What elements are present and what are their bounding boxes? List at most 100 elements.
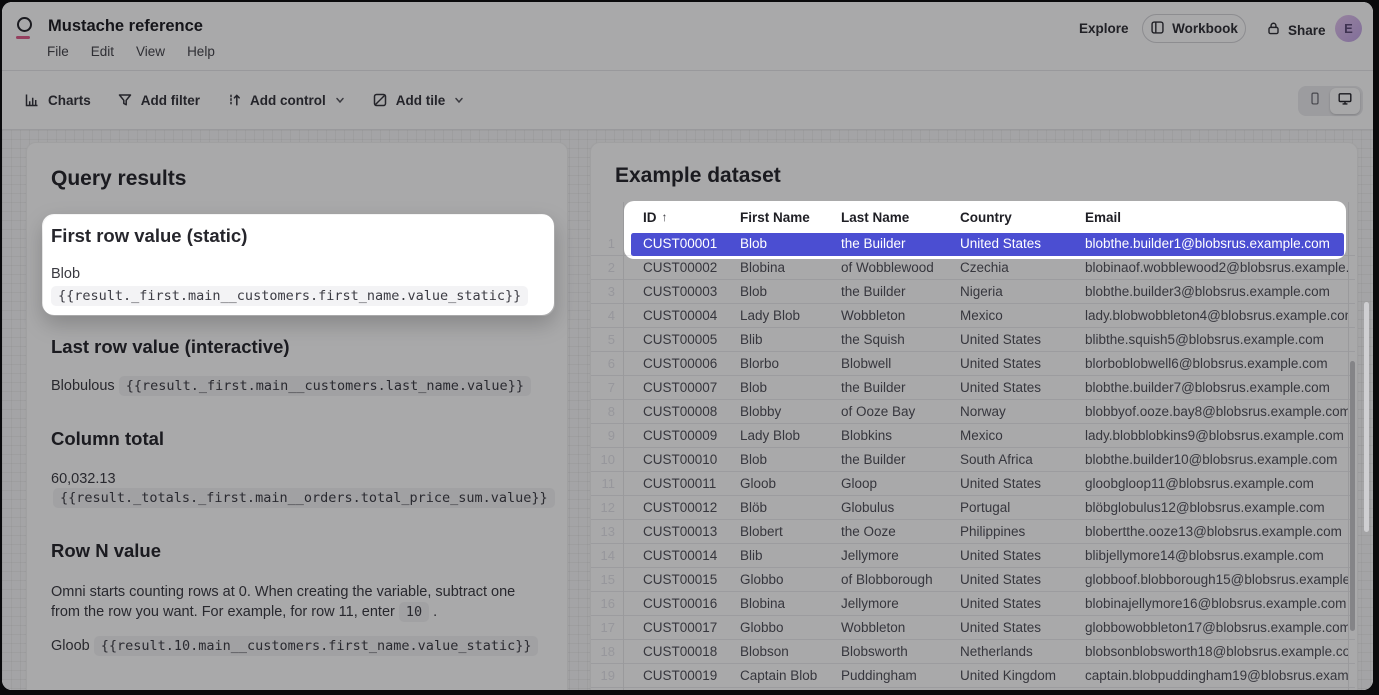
table-row[interactable]: 12 CUST00012 Blöb Globulus Portugal blöb… xyxy=(591,496,1355,520)
column-header-country[interactable]: Country xyxy=(940,210,1065,225)
row-number: 1 xyxy=(591,232,623,255)
cell-id: CUST00001 xyxy=(623,232,720,255)
row-number: 14 xyxy=(591,544,623,567)
cell-id: CUST00011 xyxy=(623,472,720,495)
table-row[interactable]: 18 CUST00018 Blobson Blobsworth Netherla… xyxy=(591,640,1355,664)
explore-link[interactable]: Explore xyxy=(1079,21,1129,36)
page-scrollbar[interactable] xyxy=(1364,302,1369,532)
example-dataset-tile: Example dataset ID↑ First Name Last Name… xyxy=(590,142,1358,690)
cell-last-name: Jellymore xyxy=(821,544,940,567)
add-filter-button[interactable]: Add filter xyxy=(117,92,200,108)
menu-help[interactable]: Help xyxy=(187,44,215,59)
table-scrollbar[interactable] xyxy=(1350,361,1355,631)
cell-id: CUST00010 xyxy=(623,448,720,471)
cell-first-name: Globbo xyxy=(720,568,821,591)
row-number: 8 xyxy=(591,400,623,423)
column-header-email[interactable]: Email xyxy=(1065,210,1348,225)
table-row[interactable]: 16 CUST00016 Blobina Jellymore United St… xyxy=(591,592,1355,616)
row-number: 18 xyxy=(591,640,623,663)
section-heading: Row N value xyxy=(51,539,161,563)
note-text: Omni starts counting rows at 0. When cre… xyxy=(51,582,551,622)
query-results-tile: Query results First row value (static) B… xyxy=(26,142,568,690)
sort-asc-icon: ↑ xyxy=(662,210,668,224)
table-row[interactable]: 2 CUST00002 Blobina of Wobblewood Czechi… xyxy=(591,256,1355,280)
rendered-value-line: Gloob{{result.10.main__customers.first_n… xyxy=(51,636,538,656)
layout-mode-switch xyxy=(1298,86,1363,116)
mobile-view-button[interactable] xyxy=(1300,88,1330,114)
cell-country: United States xyxy=(940,352,1065,375)
cell-last-name: the Builder xyxy=(821,376,940,399)
row-number: 15 xyxy=(591,568,623,591)
mustache-code: {{result._first.main__customers.first_na… xyxy=(51,286,528,306)
cell-id: CUST00013 xyxy=(623,520,720,543)
table-row[interactable]: 14 CUST00014 Blib Jellymore United State… xyxy=(591,544,1355,568)
omni-logo-icon[interactable] xyxy=(16,17,36,39)
cell-first-name: Blob xyxy=(720,376,821,399)
table-body: 1 CUST00001 Blob the Builder United Stat… xyxy=(591,232,1355,688)
cell-first-name: Captain Blob xyxy=(720,664,821,687)
add-control-button[interactable]: Add control xyxy=(226,92,346,108)
table-row[interactable]: 7 CUST00007 Blob the Builder United Stat… xyxy=(591,376,1355,400)
table-row[interactable]: 8 CUST00008 Blobby of Ooze Bay Norway bl… xyxy=(591,400,1355,424)
charts-button[interactable]: Charts xyxy=(24,92,91,108)
column-header-first-name[interactable]: First Name xyxy=(720,210,821,225)
cell-last-name: of Ooze Bay xyxy=(821,400,940,423)
chevron-down-icon xyxy=(453,94,465,106)
cell-first-name: Blib xyxy=(720,328,821,351)
app-surface: Mustache reference File Edit View Help E… xyxy=(2,2,1373,690)
table-row[interactable]: 5 CUST00005 Blib the Squish United State… xyxy=(591,328,1355,352)
cell-country: Mexico xyxy=(940,304,1065,327)
cell-email: lady.blobblobkins9@blobsrus.example.com xyxy=(1065,424,1348,447)
add-tile-button[interactable]: Add tile xyxy=(372,92,466,108)
cell-email: blibthe.squish5@blobsrus.example.com xyxy=(1065,328,1348,351)
cell-email: globboof.blobborough15@blobsrus.example.… xyxy=(1065,568,1348,591)
table-row[interactable]: 13 CUST00013 Blobert the Ooze Philippine… xyxy=(591,520,1355,544)
cell-last-name: Globulus xyxy=(821,496,940,519)
share-button[interactable]: Share xyxy=(1266,21,1326,39)
table-row[interactable]: 9 CUST00009 Lady Blob Blobkins Mexico la… xyxy=(591,424,1355,448)
table-row[interactable]: 4 CUST00004 Lady Blob Wobbleton Mexico l… xyxy=(591,304,1355,328)
cell-email: lady.blobwobbleton4@blobsrus.example.com xyxy=(1065,304,1348,327)
cell-id: CUST00019 xyxy=(623,664,720,687)
cell-first-name: Blob xyxy=(720,280,821,303)
rendered-value-line: Blobulous{{result._first.main__customers… xyxy=(51,376,531,396)
menu-view[interactable]: View xyxy=(136,44,165,59)
cell-email: blibjellymore14@blobsrus.example.com xyxy=(1065,544,1348,567)
cell-email: blobinajellymore16@blobsrus.example.com xyxy=(1065,592,1348,615)
table-row[interactable]: 15 CUST00015 Globbo of Blobborough Unite… xyxy=(591,568,1355,592)
menu-edit[interactable]: Edit xyxy=(91,44,114,59)
avatar[interactable]: E xyxy=(1335,15,1362,42)
table-row[interactable]: 19 CUST00019 Captain Blob Puddingham Uni… xyxy=(591,664,1355,688)
cell-last-name: Blobkins xyxy=(821,424,940,447)
cell-last-name: Blobwell xyxy=(821,352,940,375)
cell-country: United States xyxy=(940,616,1065,639)
column-header-id[interactable]: ID↑ xyxy=(623,210,720,225)
rendered-value: 60,032.13 xyxy=(51,470,116,489)
section-heading: Column total xyxy=(51,427,164,451)
window: Mustache reference File Edit View Help E… xyxy=(0,0,1379,695)
row-number: 19 xyxy=(591,664,623,687)
cell-id: CUST00005 xyxy=(623,328,720,351)
document-title[interactable]: Mustache reference xyxy=(48,17,203,36)
table-row[interactable]: 10 CUST00010 Blob the Builder South Afri… xyxy=(591,448,1355,472)
table-row[interactable]: 6 CUST00006 Blorbo Blobwell United State… xyxy=(591,352,1355,376)
mustache-code: {{result.10.main__customers.first_name.v… xyxy=(94,636,539,656)
cell-email: blobthe.builder7@blobsrus.example.com xyxy=(1065,376,1348,399)
menu-file[interactable]: File xyxy=(47,44,69,59)
table-row[interactable]: 17 CUST00017 Globbo Wobbleton United Sta… xyxy=(591,616,1355,640)
table-row[interactable]: 11 CUST00011 Gloob Gloop United States g… xyxy=(591,472,1355,496)
inline-code: 10 xyxy=(399,602,429,622)
column-header-last-name[interactable]: Last Name xyxy=(821,210,940,225)
cell-id: CUST00012 xyxy=(623,496,720,519)
cell-last-name: of Blobborough xyxy=(821,568,940,591)
cell-first-name: Lady Blob xyxy=(720,304,821,327)
cell-email: blobinaof.wobblewood2@blobsrus.example.c… xyxy=(1065,256,1348,279)
table-row[interactable]: 1 CUST00001 Blob the Builder United Stat… xyxy=(591,232,1355,256)
desktop-view-button[interactable] xyxy=(1330,88,1360,114)
cell-id: CUST00014 xyxy=(623,544,720,567)
workbook-button[interactable]: Workbook xyxy=(1142,14,1246,43)
dashboard-canvas: Query results First row value (static) B… xyxy=(2,130,1373,690)
table-row[interactable]: 3 CUST00003 Blob the Builder Nigeria blo… xyxy=(591,280,1355,304)
cell-country: Czechia xyxy=(940,256,1065,279)
cell-id: CUST00016 xyxy=(623,592,720,615)
